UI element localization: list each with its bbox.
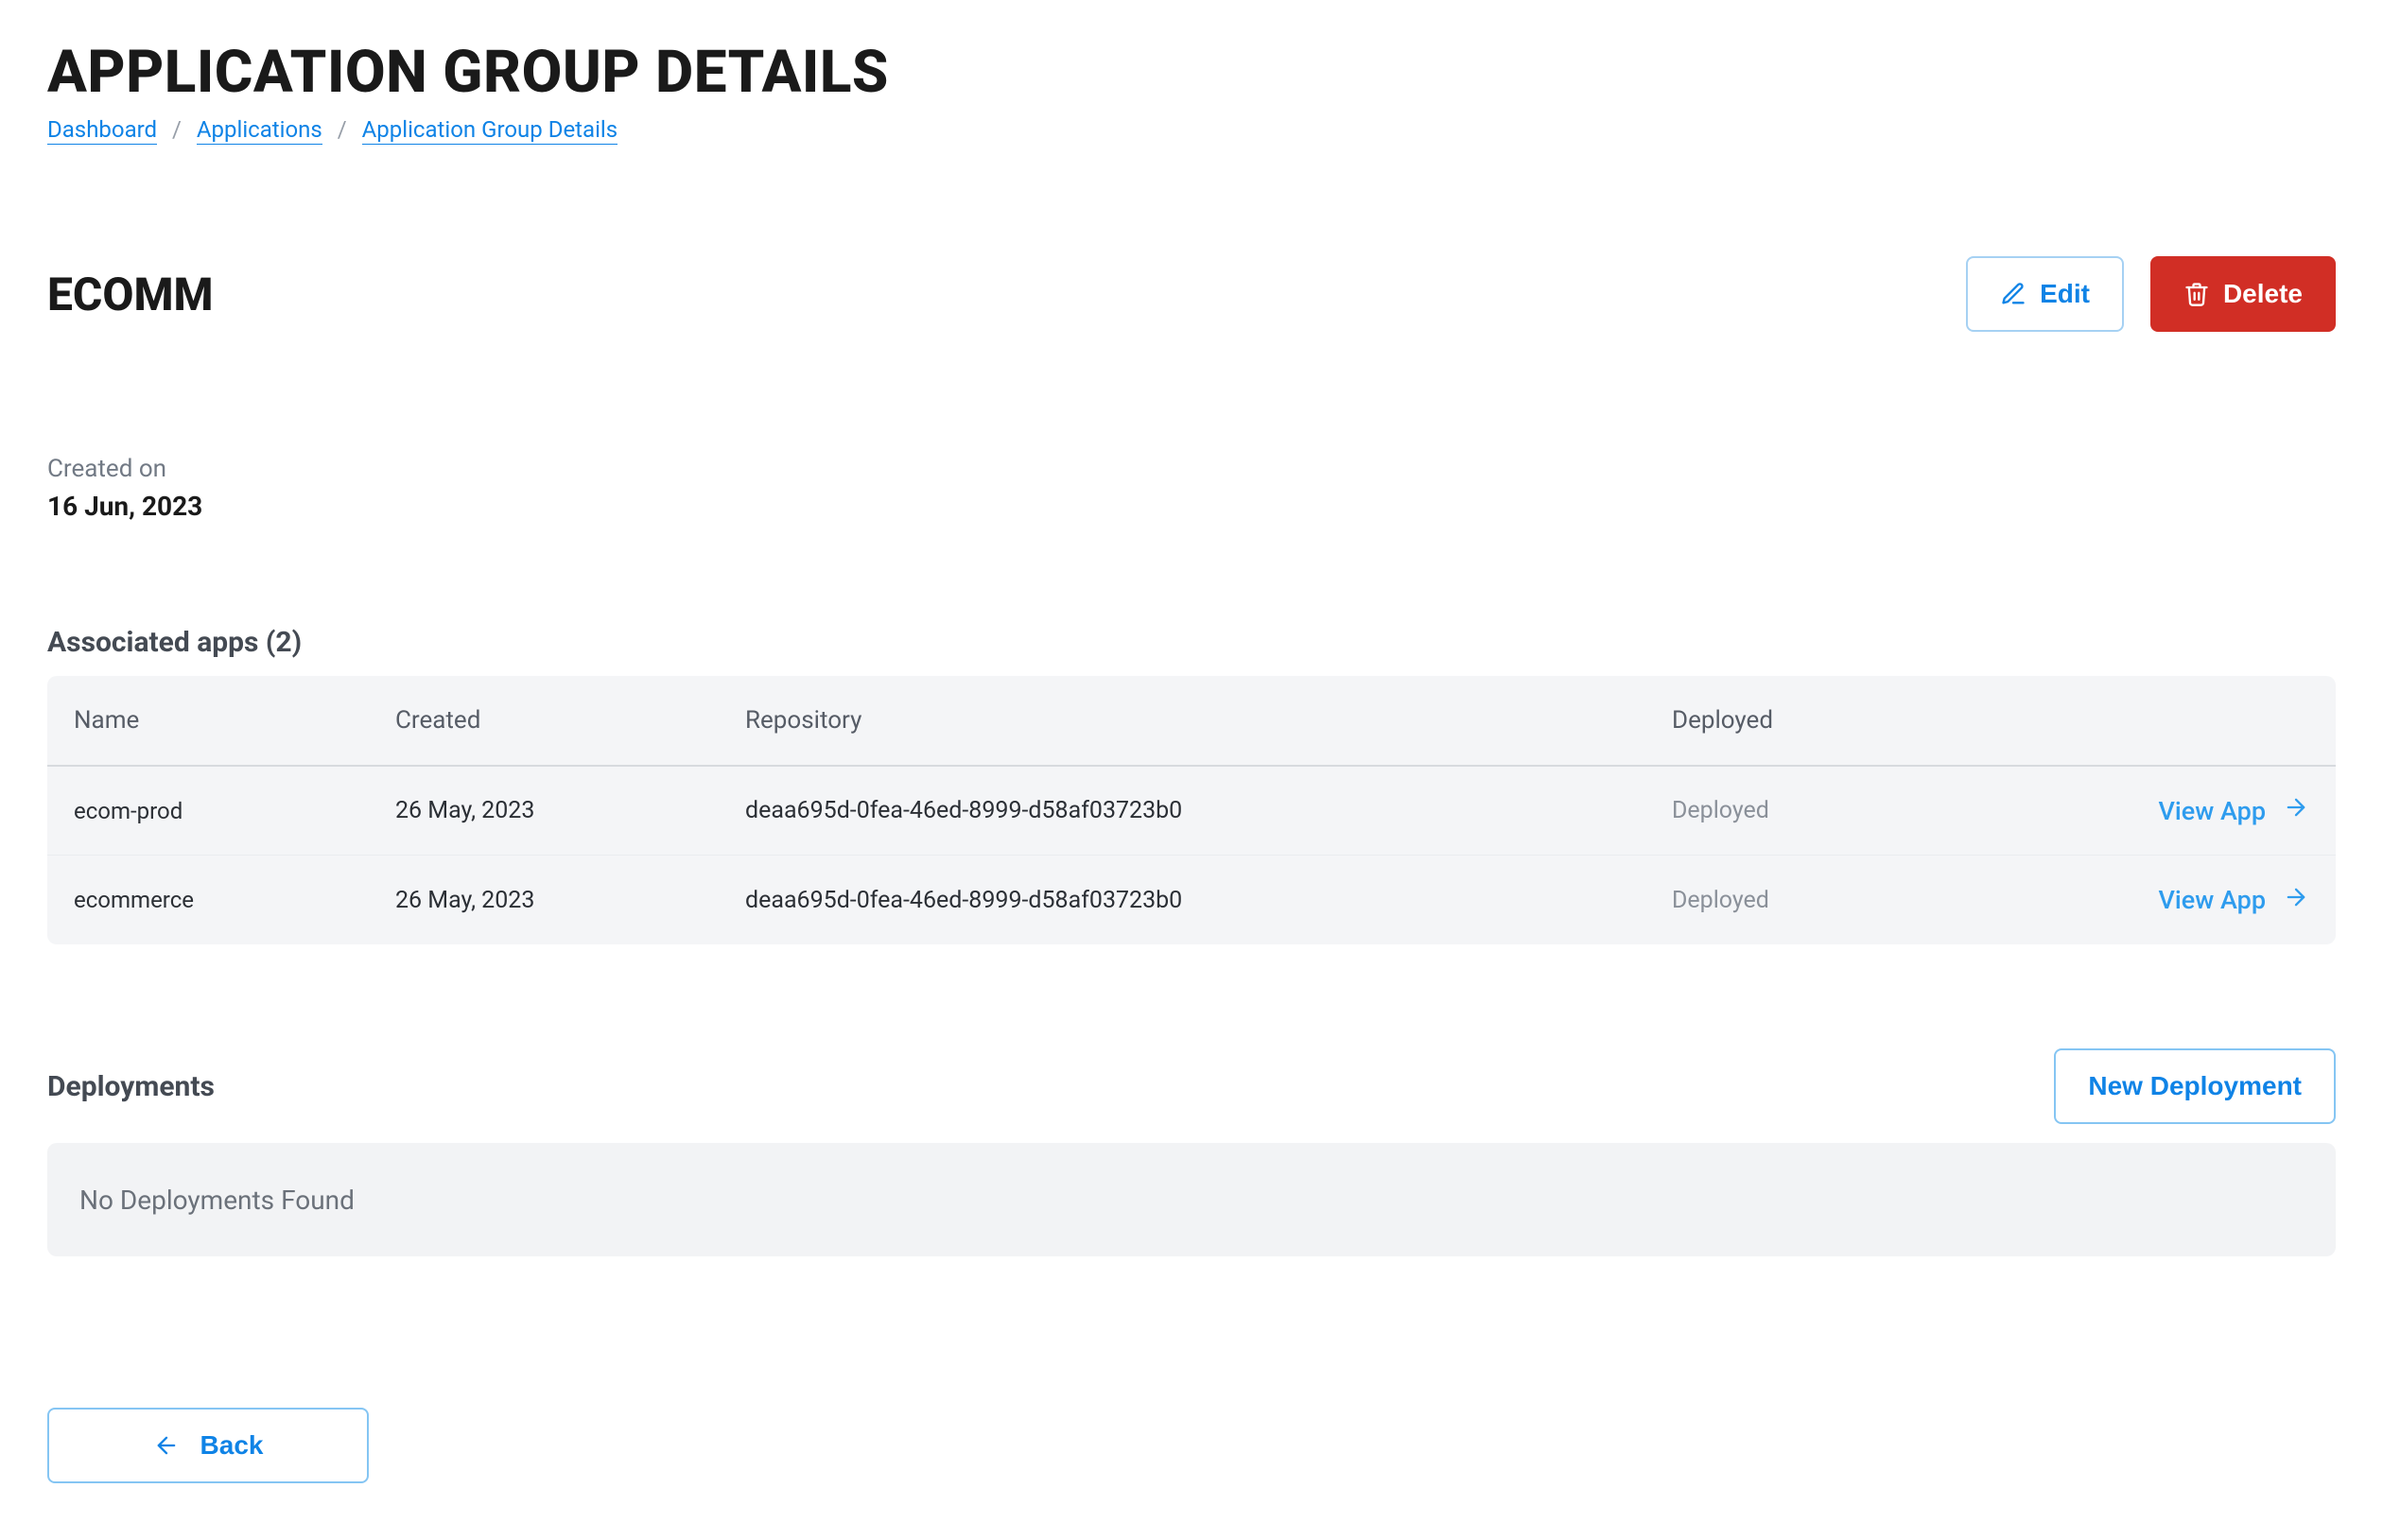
back-button[interactable]: Back: [47, 1408, 369, 1483]
app-created: 26 May, 2023: [395, 887, 745, 914]
deployments-panel: No Deployments Found: [47, 1143, 2336, 1256]
breadcrumb-link-dashboard[interactable]: Dashboard: [47, 116, 157, 145]
edit-icon: [2000, 281, 2026, 307]
view-app-label: View App: [2158, 885, 2266, 915]
table-header-row: Name Created Repository Deployed: [47, 676, 2336, 767]
new-deployment-label: New Deployment: [2088, 1071, 2302, 1101]
app-name: ecommerce: [74, 887, 395, 913]
table-row: ecom-prod 26 May, 2023 deaa695d-0fea-46e…: [47, 767, 2336, 856]
breadcrumb: Dashboard / Applications / Application G…: [47, 116, 2336, 143]
group-name: ECOMM: [47, 268, 214, 321]
created-on-value: 16 Jun, 2023: [47, 491, 2336, 522]
edit-button-label: Edit: [2040, 279, 2090, 309]
app-name: ecom-prod: [74, 798, 395, 824]
col-repository: Repository: [745, 706, 1672, 735]
app-deployed: Deployed: [1672, 797, 2116, 824]
breadcrumb-link-applications[interactable]: Applications: [197, 116, 322, 145]
view-app-link[interactable]: View App: [2158, 884, 2309, 917]
arrow-right-icon: [2283, 884, 2309, 917]
table-row: ecommerce 26 May, 2023 deaa695d-0fea-46e…: [47, 856, 2336, 944]
new-deployment-button[interactable]: New Deployment: [2054, 1048, 2336, 1124]
created-on-label: Created on: [47, 455, 2336, 483]
associated-apps-heading: Associated apps (2): [47, 626, 2336, 659]
col-created: Created: [395, 706, 745, 735]
breadcrumb-link-current[interactable]: Application Group Details: [362, 116, 618, 145]
app-deployed: Deployed: [1672, 887, 2116, 914]
delete-button[interactable]: Delete: [2150, 256, 2336, 332]
back-button-label: Back: [200, 1430, 264, 1461]
app-repository: deaa695d-0fea-46ed-8999-d58af03723b0: [745, 797, 1672, 824]
arrow-left-icon: [153, 1432, 180, 1459]
associated-apps-table: Name Created Repository Deployed ecom-pr…: [47, 676, 2336, 944]
breadcrumb-separator: /: [172, 116, 182, 143]
col-name: Name: [74, 706, 395, 735]
arrow-right-icon: [2283, 794, 2309, 827]
deployments-empty-text: No Deployments Found: [79, 1185, 355, 1216]
app-repository: deaa695d-0fea-46ed-8999-d58af03723b0: [745, 887, 1672, 914]
breadcrumb-separator: /: [338, 116, 347, 143]
group-actions: Edit Delete: [1966, 256, 2336, 332]
col-deployed: Deployed: [1672, 706, 2116, 735]
app-created: 26 May, 2023: [395, 797, 745, 824]
page-title: APPLICATION GROUP DETAILS: [47, 38, 2336, 107]
view-app-label: View App: [2158, 796, 2266, 826]
delete-button-label: Delete: [2223, 279, 2303, 309]
deployments-heading: Deployments: [47, 1070, 215, 1103]
edit-button[interactable]: Edit: [1966, 256, 2124, 332]
view-app-link[interactable]: View App: [2158, 794, 2309, 827]
trash-icon: [2183, 281, 2210, 307]
